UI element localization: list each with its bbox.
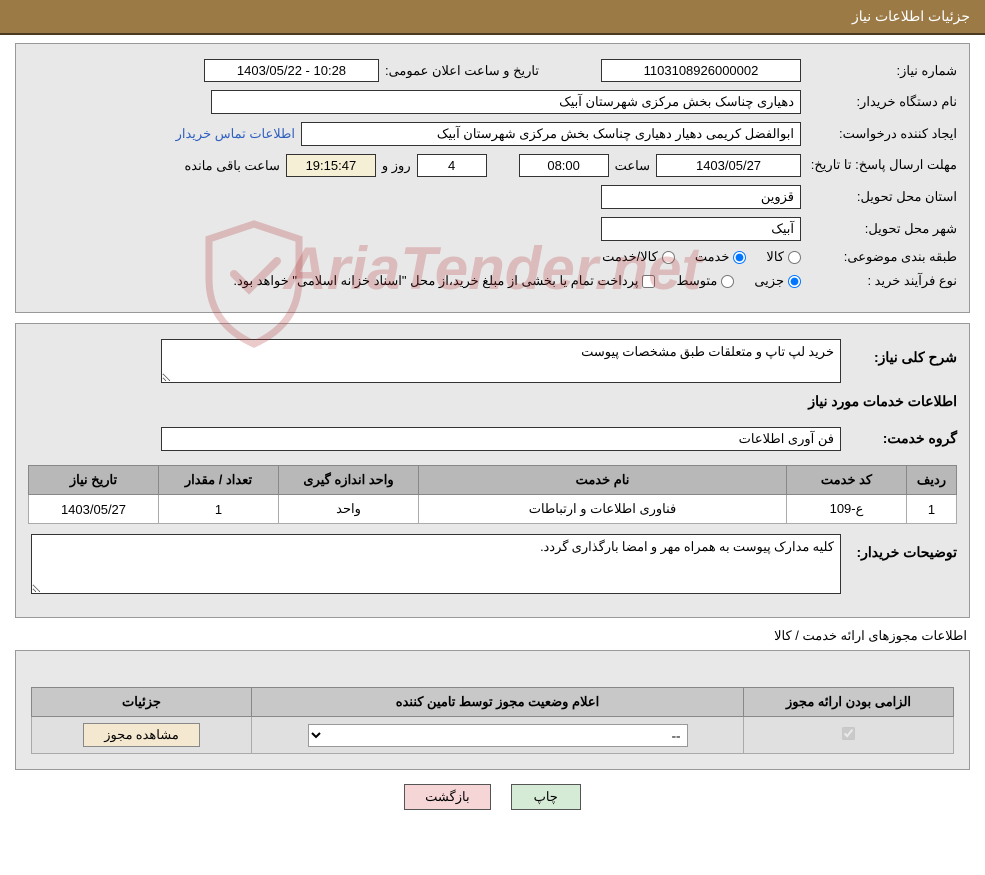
radio-medium[interactable]: متوسط [676,273,734,289]
category-label: طبقه بندی موضوعی: [807,249,957,265]
deadline-label: مهلت ارسال پاسخ: تا تاریخ: [807,157,957,174]
view-license-button[interactable]: مشاهده مجوز [83,723,200,747]
buyer-contact-link[interactable]: اطلاعات تماس خریدار [176,126,295,142]
print-button[interactable]: چاپ [511,784,581,810]
days-label: روز و [382,158,411,174]
province-value: قزوین [601,185,801,209]
buyer-org-value: دهیاری چناسک بخش مرکزی شهرستان آبیک [211,90,801,114]
th-details: جزئیات [32,688,252,717]
category-radio-group: کالا خدمت کالا/خدمت [602,249,801,265]
services-title: اطلاعات خدمات مورد نیاز [28,393,957,410]
cell-date: 1403/05/27 [29,495,159,524]
details-cell: مشاهده مجوز [32,717,252,754]
mandatory-cell [744,717,954,754]
buyer-notes-textarea[interactable] [31,534,841,594]
th-code: کد خدمت [787,466,907,495]
th-status: اعلام وضعیت مجوز توسط تامین کننده [252,688,744,717]
th-unit: واحد اندازه گیری [279,466,419,495]
buyer-notes-label: توضیحات خریدار: [847,544,957,561]
cell-unit: واحد [279,495,419,524]
cell-code: ع-109 [787,495,907,524]
need-no-value: 1103108926000002 [601,59,801,82]
info-panel: AriaTender.net شماره نیاز: 1103108926000… [15,43,970,313]
th-row: ردیف [907,466,957,495]
announce-label: تاریخ و ساعت اعلان عمومی: [385,63,539,79]
remain-label: ساعت باقی مانده [184,158,279,174]
requester-label: ایجاد کننده درخواست: [807,126,957,142]
footer-buttons: چاپ بازگشت [0,784,985,810]
need-panel: شرح کلی نیاز: اطلاعات خدمات مورد نیاز گر… [15,323,970,618]
announce-value: 1403/05/22 - 10:28 [204,59,379,82]
deadline-time: 08:00 [519,154,609,177]
license-table: الزامی بودن ارائه مجوز اعلام وضعیت مجوز … [31,687,954,754]
process-label: نوع فرآیند خرید : [807,273,957,289]
city-value: آبیک [601,217,801,241]
radio-goods-service[interactable]: کالا/خدمت [602,249,675,265]
deadline-date: 1403/05/27 [656,154,801,177]
time-label: ساعت [615,158,650,174]
license-row: -- مشاهده مجوز [32,717,954,754]
license-section-title: اطلاعات مجوزهای ارائه خدمت / کالا [18,628,967,644]
city-label: شهر محل تحویل: [807,221,957,237]
th-mandatory: الزامی بودن ارائه مجوز [744,688,954,717]
cell-row: 1 [907,495,957,524]
watermark-text: AriaTender.net [284,234,702,303]
radio-service[interactable]: خدمت [695,249,747,265]
service-group-value: فن آوری اطلاعات [161,427,841,451]
table-row: 1 ع-109 فناوری اطلاعات و ارتباطات واحد 1… [29,495,957,524]
service-group-label: گروه خدمت: [847,430,957,447]
payment-note-check[interactable]: پرداخت تمام یا بخشی از مبلغ خرید،از محل … [233,273,655,289]
th-qty: تعداد / مقدار [159,466,279,495]
buyer-org-label: نام دستگاه خریدار: [807,94,957,110]
license-panel: الزامی بودن ارائه مجوز اعلام وضعیت مجوز … [15,650,970,770]
process-radio-group: جزیی متوسط [676,273,801,289]
need-desc-label: شرح کلی نیاز: [847,349,957,366]
need-desc-textarea[interactable] [161,339,841,383]
radio-goods[interactable]: کالا [766,249,801,265]
mandatory-checkbox [842,727,855,740]
requester-value: ابوالفضل کریمی دهیار دهیاری چناسک بخش مر… [301,122,801,146]
need-no-label: شماره نیاز: [807,63,957,79]
status-cell: -- [252,717,744,754]
status-select[interactable]: -- [308,724,688,747]
payment-note: پرداخت تمام یا بخشی از مبلغ خرید،از محل … [233,273,638,289]
cell-name: فناوری اطلاعات و ارتباطات [419,495,787,524]
time-remaining: 19:15:47 [286,154,376,177]
cell-qty: 1 [159,495,279,524]
back-button[interactable]: بازگشت [404,784,490,810]
page-title: جزئیات اطلاعات نیاز [852,8,970,24]
services-table: ردیف کد خدمت نام خدمت واحد اندازه گیری ت… [28,465,957,524]
page-header: جزئیات اطلاعات نیاز [0,0,985,35]
days-remaining: 4 [417,154,487,177]
th-name: نام خدمت [419,466,787,495]
radio-partial[interactable]: جزیی [754,273,801,289]
province-label: استان محل تحویل: [807,189,957,205]
th-date: تاریخ نیاز [29,466,159,495]
